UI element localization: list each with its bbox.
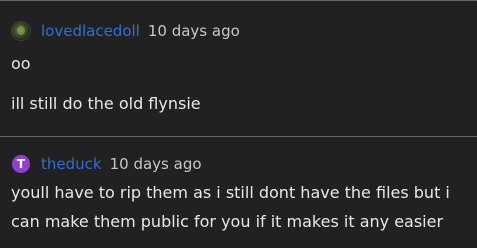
avatar[interactable] <box>11 21 31 41</box>
avatar[interactable]: T <box>12 155 30 173</box>
comment-text: ill still do the old flynsie <box>11 94 201 113</box>
username-link[interactable]: theduck <box>41 155 102 173</box>
comment: T theduck 10 days ago youll have to rip … <box>0 137 477 248</box>
comment: lovedlacedoll 10 days ago oo ill still d… <box>0 0 477 135</box>
comment-text: oo <box>11 54 31 73</box>
comment-thread: lovedlacedoll 10 days ago oo ill still d… <box>0 0 477 248</box>
comment-text: can make them public for you if it makes… <box>11 212 444 231</box>
comment-header: lovedlacedoll 10 days ago <box>11 21 240 41</box>
timestamp: 10 days ago <box>147 22 240 40</box>
timestamp: 10 days ago <box>109 155 202 173</box>
comment-text: youll have to rip them as i still dont h… <box>11 183 450 202</box>
username-link[interactable]: lovedlacedoll <box>41 22 140 40</box>
comment-header: T theduck 10 days ago <box>11 154 202 174</box>
